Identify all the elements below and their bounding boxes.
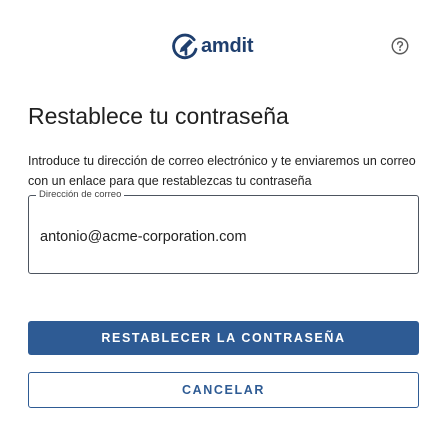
app-header: amdit	[0, 26, 445, 66]
pencil-at-icon	[172, 33, 198, 59]
email-field: Dirección de correo	[28, 188, 419, 274]
email-input[interactable]	[40, 225, 400, 249]
amdit-logo: amdit	[171, 31, 254, 61]
cancel-button[interactable]: CANCELAR	[28, 372, 419, 408]
page-title: Restablece tu contraseña	[28, 103, 289, 129]
instructions-text: Introduce tu dirección de correo electró…	[28, 154, 416, 188]
logo-text: amdit	[201, 35, 254, 57]
email-field-label: Dirección de correo	[36, 188, 125, 202]
help-question-icon[interactable]	[391, 37, 409, 55]
reset-password-button[interactable]: RESTABLECER LA CONTRASEÑA	[28, 321, 419, 355]
